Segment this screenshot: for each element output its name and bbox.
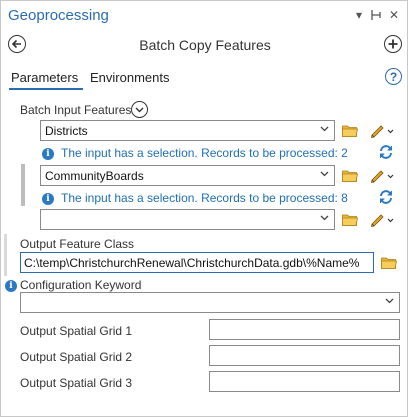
help-icon[interactable]: ?: [385, 68, 402, 85]
tab-environments[interactable]: Environments: [90, 70, 169, 85]
output-feature-class-input[interactable]: C:\temp\ChristchurchRenewal\Christchurch…: [20, 252, 374, 273]
collapse-chevron-icon[interactable]: [131, 101, 148, 118]
batch-input-combo-1[interactable]: Districts: [40, 120, 335, 141]
add-icon[interactable]: [384, 35, 402, 53]
active-tab-indicator: [9, 88, 83, 90]
spatial-grid-2-label: Output Spatial Grid 2: [20, 350, 133, 364]
tab-parameters[interactable]: Parameters: [11, 70, 78, 85]
selection-info-1: The input has a selection. Records to be…: [61, 146, 348, 160]
pencil-edit-icon[interactable]: [369, 211, 385, 230]
chevron-down-icon[interactable]: [320, 169, 329, 180]
browse-folder-icon[interactable]: [381, 256, 397, 272]
tool-title: Batch Copy Features: [139, 37, 271, 53]
close-icon[interactable]: ✕: [387, 8, 401, 22]
info-icon: i: [42, 193, 54, 205]
combo-value: Districts: [45, 123, 88, 138]
row-selected-indicator: [21, 164, 25, 206]
param-active-accent: [4, 234, 7, 276]
spatial-grid-1-input[interactable]: [209, 319, 400, 340]
batch-input-combo-2[interactable]: CommunityBoards: [40, 165, 335, 186]
pane-options-dropdown[interactable]: ▾: [352, 8, 366, 22]
output-feature-class-label: Output Feature Class: [20, 237, 135, 251]
chevron-down-icon[interactable]: [320, 124, 329, 135]
info-icon: i: [5, 280, 17, 292]
batch-input-combo-3[interactable]: [40, 209, 335, 230]
browse-folder-icon[interactable]: [342, 169, 358, 185]
pane-title: Geoprocessing: [8, 7, 109, 24]
configuration-keyword-select[interactable]: [20, 292, 400, 313]
pencil-menu-chevron-icon[interactable]: [387, 126, 394, 136]
spatial-grid-3-input[interactable]: [209, 371, 400, 392]
pencil-edit-icon[interactable]: [369, 122, 385, 141]
configuration-keyword-label: Configuration Keyword: [20, 278, 142, 292]
pencil-menu-chevron-icon[interactable]: [387, 171, 394, 181]
auto-hide-pin-icon[interactable]: [369, 8, 383, 22]
refresh-icon[interactable]: [378, 189, 394, 208]
info-icon: i: [42, 148, 54, 160]
combo-value: CommunityBoards: [45, 168, 144, 183]
geoprocessing-pane: Geoprocessing ▾ ✕ Batch Copy Features Pa…: [0, 0, 408, 417]
browse-folder-icon[interactable]: [342, 213, 358, 229]
chevron-down-icon[interactable]: [385, 296, 394, 307]
batch-input-label: Batch Input Features: [20, 103, 132, 117]
spatial-grid-3-label: Output Spatial Grid 3: [20, 376, 133, 390]
refresh-icon[interactable]: [378, 144, 394, 163]
browse-folder-icon[interactable]: [342, 124, 358, 140]
spatial-grid-1-label: Output Spatial Grid 1: [20, 324, 133, 338]
pencil-edit-icon[interactable]: [369, 167, 385, 186]
pencil-menu-chevron-icon[interactable]: [387, 215, 394, 225]
chevron-down-icon[interactable]: [320, 213, 329, 224]
spatial-grid-2-input[interactable]: [209, 345, 400, 366]
selection-info-2: The input has a selection. Records to be…: [61, 191, 348, 205]
